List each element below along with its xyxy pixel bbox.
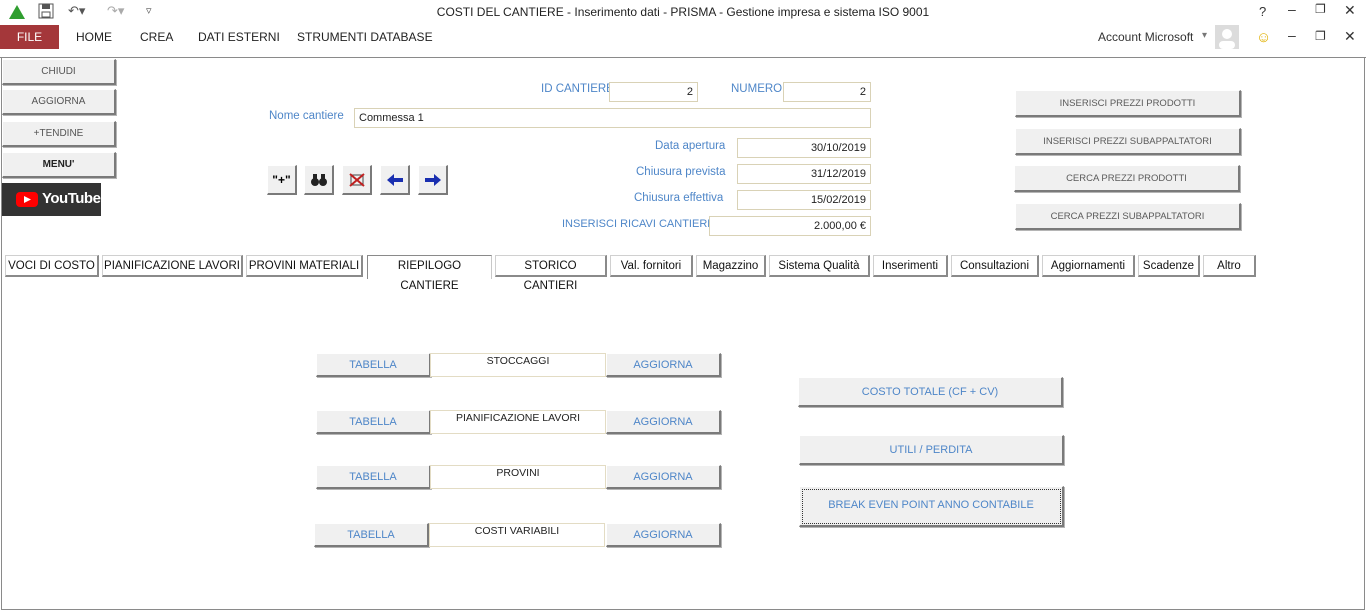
close-window-icon[interactable]: ✕ (1344, 2, 1356, 19)
nome-cantiere-field[interactable]: Commessa 1 (354, 108, 871, 128)
chiusura-effettiva-label: Chiusura effettiva (634, 192, 724, 204)
ricavi-cantiere-label: INSERISCI RICAVI CANTIERE (562, 218, 715, 230)
chiusura-effettiva-field[interactable]: 15/02/2019 (737, 190, 871, 210)
delete-record-icon[interactable] (342, 165, 372, 195)
avatar[interactable] (1215, 25, 1239, 49)
ribbon-close-icon[interactable]: ✕ (1344, 28, 1356, 45)
inserisci-prezzi-prodotti-button[interactable]: INSERISCI PREZZI PRODOTTI (1015, 90, 1241, 117)
pianificazione-aggiorna-button[interactable]: AGGIORNA (606, 410, 721, 434)
arrow-right-icon[interactable] (418, 165, 448, 195)
provini-field[interactable]: PROVINI (430, 465, 606, 489)
ricavi-cantiere-field[interactable]: 2.000,00 € (709, 216, 871, 236)
arrow-left-icon[interactable] (380, 165, 410, 195)
inserisci-prezzi-subappaltatori-button[interactable]: INSERISCI PREZZI SUBAPPALTATORI (1015, 128, 1241, 155)
chiusura-prevista-label: Chiusura prevista (636, 166, 726, 178)
tab-scadenze[interactable]: Scadenze (1138, 255, 1200, 277)
stoccaggi-field[interactable]: STOCCAGGI (430, 353, 606, 377)
ribbon-minimize-icon[interactable]: – (1288, 27, 1296, 43)
provini-tabella-button[interactable]: TABELLA (316, 465, 431, 489)
tab-storico-cantieri[interactable]: STORICO CANTIERI (495, 255, 607, 292)
id-cantiere-field[interactable]: 2 (609, 82, 698, 102)
aggiorna-button[interactable]: AGGIORNA (2, 89, 116, 115)
ribbon-tab-strumenti-database[interactable]: STRUMENTI DATABASE (297, 25, 433, 49)
pianificazione-field[interactable]: PIANIFICAZIONE LAVORI (430, 410, 606, 434)
tab-provini-materiali[interactable]: PROVINI MATERIALI (246, 255, 363, 277)
id-cantiere-label: ID CANTIERE (541, 83, 614, 95)
tab-voci-di-costo[interactable]: VOCI DI COSTO (5, 255, 99, 277)
file-tab[interactable]: FILE (0, 25, 59, 49)
provini-aggiorna-button[interactable]: AGGIORNA (606, 465, 721, 489)
restore-icon[interactable]: ❐ (1315, 2, 1326, 16)
ribbon-tab-dati-esterni[interactable]: DATI ESTERNI (198, 25, 280, 49)
tab-aggiornamenti[interactable]: Aggiornamenti (1042, 255, 1135, 277)
costi-variabili-field[interactable]: COSTI VARIABILI (429, 523, 605, 547)
utili-perdita-button[interactable]: UTILI / PERDITA (799, 435, 1064, 465)
smiley-feedback-icon[interactable]: ☺ (1256, 29, 1271, 46)
stoccaggi-aggiorna-button[interactable]: AGGIORNA (606, 353, 721, 377)
costo-totale-button[interactable]: COSTO TOTALE (CF + CV) (798, 377, 1063, 407)
break-even-point-button[interactable]: BREAK EVEN POINT ANNO CONTABILE (799, 486, 1064, 527)
tendine-button[interactable]: +TENDINE (2, 121, 116, 147)
ribbon-restore-icon[interactable]: ❐ (1315, 29, 1326, 43)
tab-riepilogo-cantiere[interactable]: RIEPILOGO CANTIERE (367, 255, 492, 292)
numero-field[interactable]: 2 (783, 82, 871, 102)
nome-cantiere-label: Nome cantiere (269, 110, 344, 122)
tab-inserimenti[interactable]: Inserimenti (873, 255, 948, 277)
minimize-icon[interactable]: – (1288, 1, 1296, 17)
account-caret-icon[interactable]: ▾ (1202, 30, 1207, 41)
costi-variabili-aggiorna-button[interactable]: AGGIORNA (606, 523, 721, 547)
tab-val-fornitori[interactable]: Val. fornitori (610, 255, 693, 277)
ribbon-tab-home[interactable]: HOME (76, 25, 112, 49)
tab-magazzino[interactable]: Magazzino (696, 255, 766, 277)
data-apertura-label: Data apertura (655, 140, 726, 152)
numero-label: NUMERO (731, 83, 783, 95)
tab-sistema-qualita[interactable]: Sistema Qualità (769, 255, 870, 277)
cerca-prezzi-prodotti-button[interactable]: CERCA PREZZI PRODOTTI (1014, 165, 1240, 192)
window-title: COSTI DEL CANTIERE - Inserimento dati - … (436, 5, 930, 19)
chiusura-prevista-field[interactable]: 31/12/2019 (737, 164, 871, 184)
tab-pianificazione-lavori[interactable]: PIANIFICAZIONE LAVORI (102, 255, 243, 277)
tab-altro[interactable]: Altro (1203, 255, 1256, 277)
tab-consultazioni[interactable]: Consultazioni (951, 255, 1039, 277)
pianificazione-tabella-button[interactable]: TABELLA (316, 410, 431, 434)
chiudi-button[interactable]: CHIUDI (2, 59, 116, 85)
costi-variabili-tabella-button[interactable]: TABELLA (314, 523, 429, 547)
account-label[interactable]: Account Microsoft (1098, 30, 1193, 44)
ribbon-tab-crea[interactable]: CREA (140, 25, 173, 49)
menu-button[interactable]: MENU' (2, 152, 116, 178)
data-apertura-field[interactable]: 30/10/2019 (737, 138, 871, 158)
cerca-prezzi-subappaltatori-button[interactable]: CERCA PREZZI SUBAPPALTATORI (1015, 203, 1241, 230)
youtube-label: YouTube (42, 190, 101, 207)
youtube-button[interactable]: YouTube (2, 183, 101, 216)
binoculars-search-icon[interactable] (304, 165, 334, 195)
youtube-play-icon (16, 192, 38, 207)
help-button[interactable]: ? (1259, 4, 1266, 19)
new-record-button[interactable]: "+" (267, 165, 297, 195)
stoccaggi-tabella-button[interactable]: TABELLA (316, 353, 431, 377)
